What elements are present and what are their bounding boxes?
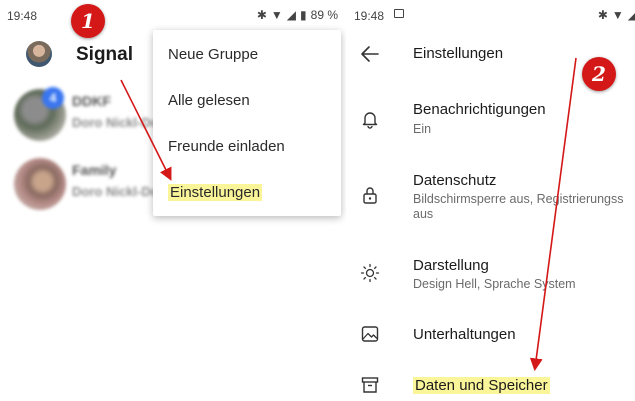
menu-item-new-group[interactable]: Neue Gruppe — [168, 46, 258, 63]
settings-row-title: Unterhaltungen — [413, 326, 516, 343]
bell-icon — [362, 112, 378, 129]
settings-row-title: Benachrichtigungen — [413, 101, 546, 118]
status-time: 19:48 — [354, 9, 385, 23]
settings-row-subtitle: Design Hell, Sprache System — [413, 277, 576, 291]
unread-badge: 4 — [42, 87, 64, 109]
menu-item-mark-all-read[interactable]: Alle gelesen — [168, 92, 250, 109]
settings-row-chats[interactable]: Unterhaltungen — [346, 320, 635, 350]
lock-icon — [363, 187, 377, 204]
settings-row-notifications[interactable]: Benachrichtigungen Ein — [346, 95, 635, 145]
battery-icon: ▮ — [300, 8, 307, 22]
settings-row-title: Daten und Speicher — [413, 377, 550, 394]
status-time: 19:48 — [7, 9, 38, 23]
settings-row-subtitle-continued: aus — [413, 207, 434, 221]
chat-name: DDKF — [72, 93, 111, 109]
signal-main-screen: 19:48 ✱ ▼ ◢ ▮ 89 % Signal 4 DDKF Doro Ni… — [0, 0, 346, 401]
back-arrow-icon[interactable] — [360, 44, 380, 64]
bluetooth-icon: ✱ — [597, 8, 608, 22]
menu-item-settings-label: Einstellungen — [168, 184, 263, 201]
settings-row-privacy[interactable]: Datenschutz Bildschirmsperre aus, Regist… — [346, 165, 635, 227]
step-badge-2: 2 — [582, 57, 616, 91]
settings-screen: 19:48 ✱ ▼ ◢ Einstellungen Benachrichtigu… — [346, 0, 635, 401]
settings-row-title: Datenschutz — [413, 172, 497, 189]
wifi-icon: ▼ — [611, 8, 624, 22]
settings-row-data-storage[interactable]: Daten und Speicher — [346, 370, 635, 400]
wifi-icon: ▼ — [270, 8, 283, 22]
menu-item-invite-friends[interactable]: Freunde einladen — [168, 138, 285, 155]
avatar — [14, 158, 66, 210]
settings-row-appearance[interactable]: Darstellung Design Hell, Sprache System — [346, 252, 635, 297]
app-title: Signal — [76, 44, 134, 65]
avatar[interactable] — [26, 41, 52, 67]
gallery-notification-icon — [394, 9, 404, 18]
status-bar: 19:48 ✱ ▼ ◢ ▮ 89 % — [0, 0, 346, 30]
settings-row-title: Darstellung — [413, 257, 489, 274]
sun-icon — [360, 263, 380, 283]
signal-icon: ◢ — [627, 8, 635, 22]
menu-item-settings[interactable]: Einstellungen — [168, 184, 263, 201]
settings-row-title-highlight: Daten und Speicher — [413, 377, 550, 394]
step-badge-1: 1 — [71, 4, 105, 38]
overflow-menu: Neue Gruppe Alle gelesen Freunde einlade… — [153, 30, 341, 216]
bluetooth-icon: ✱ — [256, 8, 267, 22]
settings-row-subtitle: Ein — [413, 122, 432, 136]
status-icons: ✱ ▼ ◢ ▮ 89 % — [257, 8, 338, 22]
status-bar: 19:48 ✱ ▼ ◢ — [346, 0, 635, 30]
battery-level: 89 % — [310, 8, 338, 22]
chat-preview: Doro Nickl-Do — [72, 184, 159, 199]
page-title: Einstellungen — [413, 45, 504, 62]
chat-preview: Doro Nickl-Do — [72, 115, 159, 130]
settings-row-subtitle: Bildschirmsperre aus, Registrierungss — [413, 192, 624, 206]
archive-icon — [361, 377, 379, 393]
status-icons: ✱ ▼ ◢ — [598, 8, 635, 22]
chat-name: Family — [72, 162, 117, 178]
image-icon — [361, 326, 379, 342]
signal-icon: ◢ — [286, 8, 297, 22]
